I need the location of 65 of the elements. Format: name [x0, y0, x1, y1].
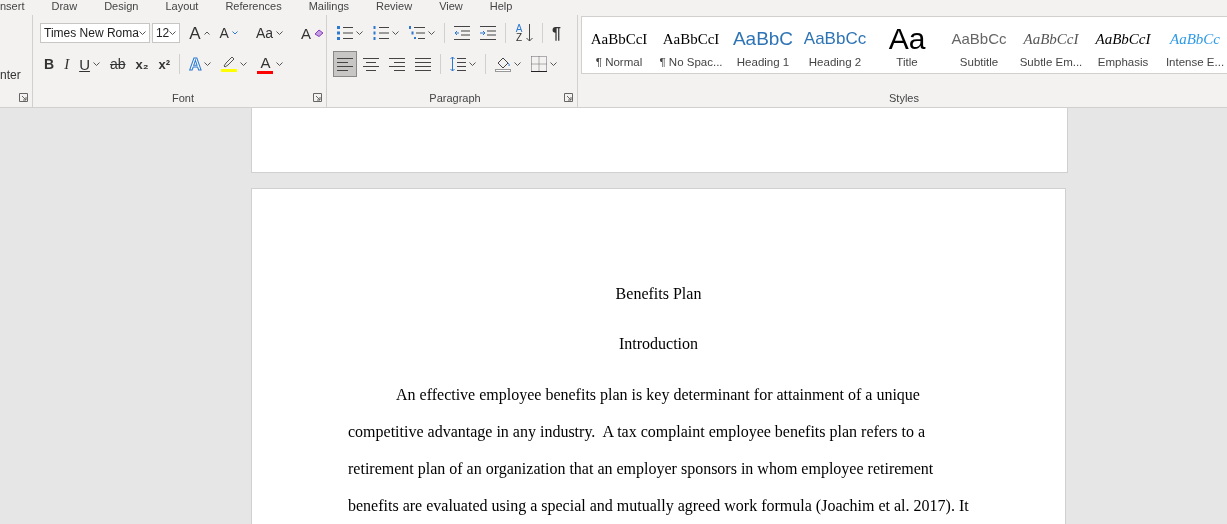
font-size-dropdown[interactable]: 12 — [151, 23, 181, 43]
italic-button[interactable]: I — [60, 51, 74, 77]
document-title: Benefits Plan — [614, 284, 703, 304]
increase-indent-icon — [480, 26, 496, 40]
paint-bucket-icon — [495, 56, 511, 72]
style-item[interactable]: AaBbCcI ¶ Normal — [583, 17, 655, 73]
underline-button[interactable]: U — [75, 51, 104, 77]
subscript-button[interactable]: x₂ — [131, 51, 153, 77]
style-item[interactable]: AaBbCc Intense E... — [1159, 17, 1227, 73]
bold-button[interactable]: B — [40, 51, 59, 77]
ribbon-tab[interactable]: nsert — [0, 0, 25, 13]
font-name-dropdown[interactable]: Times New Roma — [40, 23, 150, 43]
decrease-indent-icon — [454, 26, 470, 40]
section-heading: Introduction — [617, 334, 700, 354]
group-label: Styles — [889, 92, 919, 104]
grow-font-button[interactable]: A — [185, 20, 214, 46]
caret-icon — [169, 31, 177, 35]
ribbon-tab[interactable]: View — [439, 0, 463, 13]
multilevel-list-icon — [409, 26, 425, 40]
superscript-button[interactable]: x² — [154, 51, 175, 77]
sort-button[interactable]: AZ — [511, 20, 537, 46]
change-case-button[interactable]: Aa — [251, 20, 288, 46]
ribbon-tab[interactable]: Help — [489, 0, 513, 13]
show-formatting-marks-button[interactable]: ¶ — [548, 20, 565, 46]
style-item[interactable]: AaBbCcI Emphasis — [1087, 17, 1159, 73]
ribbon-tab[interactable]: Review — [376, 0, 413, 13]
group-label: Paragraph — [429, 92, 481, 104]
eraser-icon — [314, 29, 325, 37]
style-item[interactable]: AaBbCcI ¶ No Spac... — [655, 17, 727, 73]
dialog-launcher-button[interactable] — [313, 93, 322, 102]
numbered-list-icon — [373, 26, 389, 40]
strikethrough-button[interactable]: ab — [105, 51, 130, 77]
dialog-launcher-button[interactable] — [564, 93, 573, 102]
style-item[interactable]: Aa Title — [871, 17, 943, 73]
style-item[interactable]: AaBbC Heading 1 — [727, 17, 799, 73]
borders-icon — [531, 56, 547, 72]
align-left-button[interactable] — [333, 51, 357, 77]
align-left-icon — [337, 57, 353, 71]
align-center-icon — [363, 57, 379, 71]
bullet-list-icon — [337, 26, 353, 40]
ribbon-tab[interactable]: Design — [104, 0, 139, 13]
dialog-launcher-icon — [564, 93, 573, 102]
down-arrow-icon — [526, 24, 533, 42]
shrink-font-button[interactable]: A — [215, 20, 242, 46]
ribbon-tab[interactable]: References — [225, 0, 282, 13]
style-item[interactable]: AaBbCc Heading 2 — [799, 17, 871, 73]
line-spacing-icon — [450, 56, 466, 72]
ribbon-tab[interactable]: Draw — [51, 0, 78, 13]
caret-icon — [138, 31, 146, 35]
style-item[interactable]: AaBbCc Subtitle — [943, 17, 1015, 73]
format-painter-label[interactable]: nter — [0, 68, 21, 82]
style-item[interactable]: AaBbCcI Subtle Em... — [1015, 17, 1087, 73]
ribbon-tab[interactable]: Layout — [165, 0, 199, 13]
caret-up-icon — [203, 31, 210, 35]
body-paragraph: An effective employee benefits plan is key determinant for attainment of a unique competitive advantage in any industry. A tax complaint employee benefits plan refers to a retirement plan of an organization that an employer sponsors in whom employee retirement benefits are evaluated using a special and mutually agreed work formula (Joachim et al. 2017). It — [348, 385, 969, 517]
ribbon-tab[interactable]: Mailings — [308, 0, 350, 13]
dialog-launcher-button[interactable] — [19, 93, 28, 102]
group-label: Font — [172, 92, 194, 104]
caret-down-icon — [231, 31, 238, 35]
dialog-launcher-icon — [313, 93, 322, 102]
font-color-button[interactable]: A — [253, 51, 288, 77]
align-right-icon — [389, 57, 405, 71]
clear-formatting-button[interactable]: A — [297, 20, 329, 46]
justify-icon — [415, 57, 431, 71]
dialog-launcher-icon — [19, 93, 28, 102]
